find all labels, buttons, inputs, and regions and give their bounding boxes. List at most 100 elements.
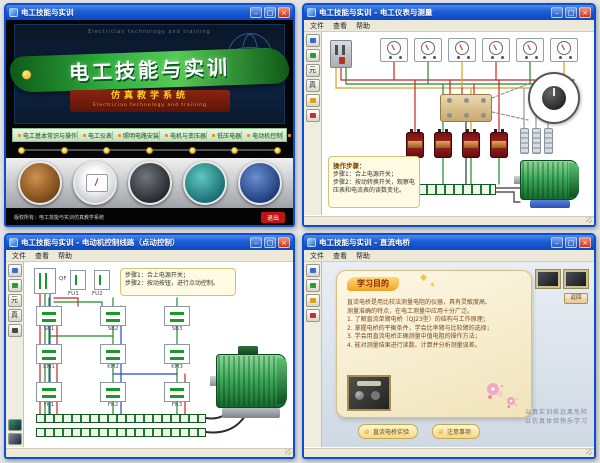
tool-open-button[interactable]	[8, 264, 22, 277]
menu-bullet-icon	[247, 134, 250, 137]
maximize-button[interactable]: □	[565, 237, 577, 248]
meter-dial	[455, 41, 469, 55]
meter-dial	[489, 41, 503, 55]
app-subtitle: 仿真教学系统	[70, 90, 230, 102]
component-label: FR1	[36, 402, 62, 409]
magnifier-inset	[528, 72, 580, 124]
thumb-cabinet[interactable]	[238, 161, 282, 205]
tool-config-button[interactable]	[8, 324, 22, 337]
module-menu-label: 照明电路安装	[123, 133, 159, 140]
menu-item[interactable]: 文件	[12, 251, 26, 261]
menu-item[interactable]: 帮助	[58, 251, 72, 261]
module-menu-item[interactable]: 电机与变压器	[159, 131, 206, 140]
component-label: KM3	[164, 364, 190, 371]
maximize-button[interactable]: □	[264, 237, 276, 248]
control-element[interactable]: KM1	[36, 344, 62, 382]
meter-dial	[421, 41, 435, 55]
tool-simulate-button[interactable]: 真	[8, 309, 22, 322]
slogan-line: 以仿真体验快乐学习	[525, 417, 588, 426]
close-button[interactable]: ×	[278, 237, 290, 248]
minimize-button[interactable]: –	[250, 237, 262, 248]
fuse[interactable]	[94, 270, 110, 290]
control-element[interactable]: SB2	[100, 306, 126, 344]
tool-notes-button[interactable]	[306, 294, 320, 307]
minimize-button[interactable]: –	[551, 7, 563, 18]
tool-simulate-button[interactable]: 真	[306, 79, 320, 92]
titlebar[interactable]: 电工技能与实训 - 电工仪表与测量 – □ ×	[304, 5, 594, 20]
menu-item[interactable]: 查看	[333, 251, 347, 261]
menu-item[interactable]: 文件	[310, 251, 324, 261]
device-thumb[interactable]	[564, 270, 588, 288]
steps-title: 操作步骤：	[333, 160, 415, 170]
tool-measure-button[interactable]	[306, 94, 320, 107]
control-element[interactable]: SB3	[164, 306, 190, 344]
thumb-meter[interactable]	[73, 161, 117, 205]
tool-exit-button[interactable]	[306, 309, 320, 322]
text-line: 3. 学会用直流电桥正确测量中值电阻的操作方法；	[347, 333, 525, 342]
tool-open-button[interactable]	[306, 34, 320, 47]
menu-item[interactable]: 查看	[333, 21, 347, 31]
tool-run-button[interactable]	[306, 49, 320, 62]
tool-learn-button[interactable]	[306, 264, 320, 277]
close-button[interactable]: ×	[579, 237, 591, 248]
module-menu-item[interactable]: 照明电路安装	[112, 131, 159, 140]
contact-symbol	[36, 344, 62, 364]
module-menu-item[interactable]: 电工基本常识与操作	[18, 131, 77, 140]
screenshot-collage: 电工技能与实训 – □ × Electrician technology and…	[0, 0, 600, 463]
transformer-coil	[406, 132, 424, 158]
minimize-button[interactable]: –	[250, 7, 262, 18]
close-button[interactable]: ×	[579, 7, 591, 18]
circuit-breaker[interactable]	[34, 268, 56, 294]
titlebar[interactable]: 电工技能与实训 - 直流电桥 – □ ×	[304, 235, 594, 250]
module-menu-item[interactable]: 电动机控制	[241, 131, 282, 140]
panel-title: 学习目的	[347, 277, 399, 291]
fuse[interactable]	[70, 270, 86, 290]
power-switch[interactable]	[330, 40, 352, 68]
window-title: 电工技能与实训 - 直流电桥	[319, 237, 548, 248]
module-menu-item[interactable]: 电工工具	[282, 131, 293, 140]
preview-thumb-motor[interactable]	[8, 419, 22, 431]
titlebar[interactable]: 电工技能与实训 - 电动机控制线路（点动控制） – □ ×	[6, 235, 293, 250]
thumb-motor[interactable]	[183, 161, 227, 205]
titlebar[interactable]: 电工技能与实训 – □ ×	[6, 5, 293, 20]
thumb-tools[interactable]	[128, 161, 172, 205]
close-button[interactable]: ×	[278, 7, 290, 18]
back-button[interactable]: 返回	[564, 293, 588, 304]
maximize-button[interactable]: □	[264, 7, 276, 18]
circuit-canvas: 操作步骤： 步骤1：合上电源开关；步骤2：按动转换开关，观察电压表和电流表的读数…	[322, 32, 594, 215]
menu-bullet-icon	[212, 134, 215, 137]
contactor-device[interactable]	[440, 94, 492, 122]
control-element[interactable]: KM3	[164, 344, 190, 382]
tab-button[interactable]: 直流电桥实验	[358, 424, 418, 439]
module-menu-item[interactable]: 电工仪表	[77, 131, 112, 140]
thumb-wires[interactable]	[18, 161, 62, 205]
splash-screen: Electrician technology and training 电工技能…	[6, 20, 293, 225]
control-element[interactable]: KM2	[100, 344, 126, 382]
menu-item[interactable]: 文件	[310, 21, 324, 31]
rotary-switch-knob[interactable]	[542, 86, 566, 110]
window-learning: 电工技能与实训 - 直流电桥 – □ × 文件查看帮助 返回 学习目	[302, 233, 596, 459]
contact-symbol	[36, 306, 62, 326]
tool-run-button[interactable]	[8, 279, 22, 292]
tool-component-button[interactable]: 元	[8, 294, 22, 307]
bridge-instrument-photo	[347, 375, 391, 411]
tab-button[interactable]: 注意事项	[432, 424, 480, 439]
menu-item[interactable]: 帮助	[356, 251, 370, 261]
tool-stop-button[interactable]	[306, 109, 320, 122]
device-thumb[interactable]	[536, 270, 560, 288]
exit-button[interactable]: 退出	[261, 212, 285, 223]
tool-experiment-button[interactable]	[306, 279, 320, 292]
tool-component-button[interactable]: 元	[306, 64, 320, 77]
control-element[interactable]: SB1	[36, 306, 62, 344]
minimize-button[interactable]: –	[551, 237, 563, 248]
maximize-button[interactable]: □	[565, 7, 577, 18]
contact-symbol	[164, 382, 190, 402]
menu-item[interactable]: 帮助	[356, 21, 370, 31]
menu-item[interactable]: 查看	[35, 251, 49, 261]
module-menu-item[interactable]: 低压电器	[206, 131, 241, 140]
panel-meter	[414, 38, 442, 62]
contact-symbol	[164, 306, 190, 326]
preview-thumb-panel[interactable]	[8, 433, 22, 445]
dot-icon	[231, 147, 238, 154]
meter-dial	[523, 41, 537, 55]
